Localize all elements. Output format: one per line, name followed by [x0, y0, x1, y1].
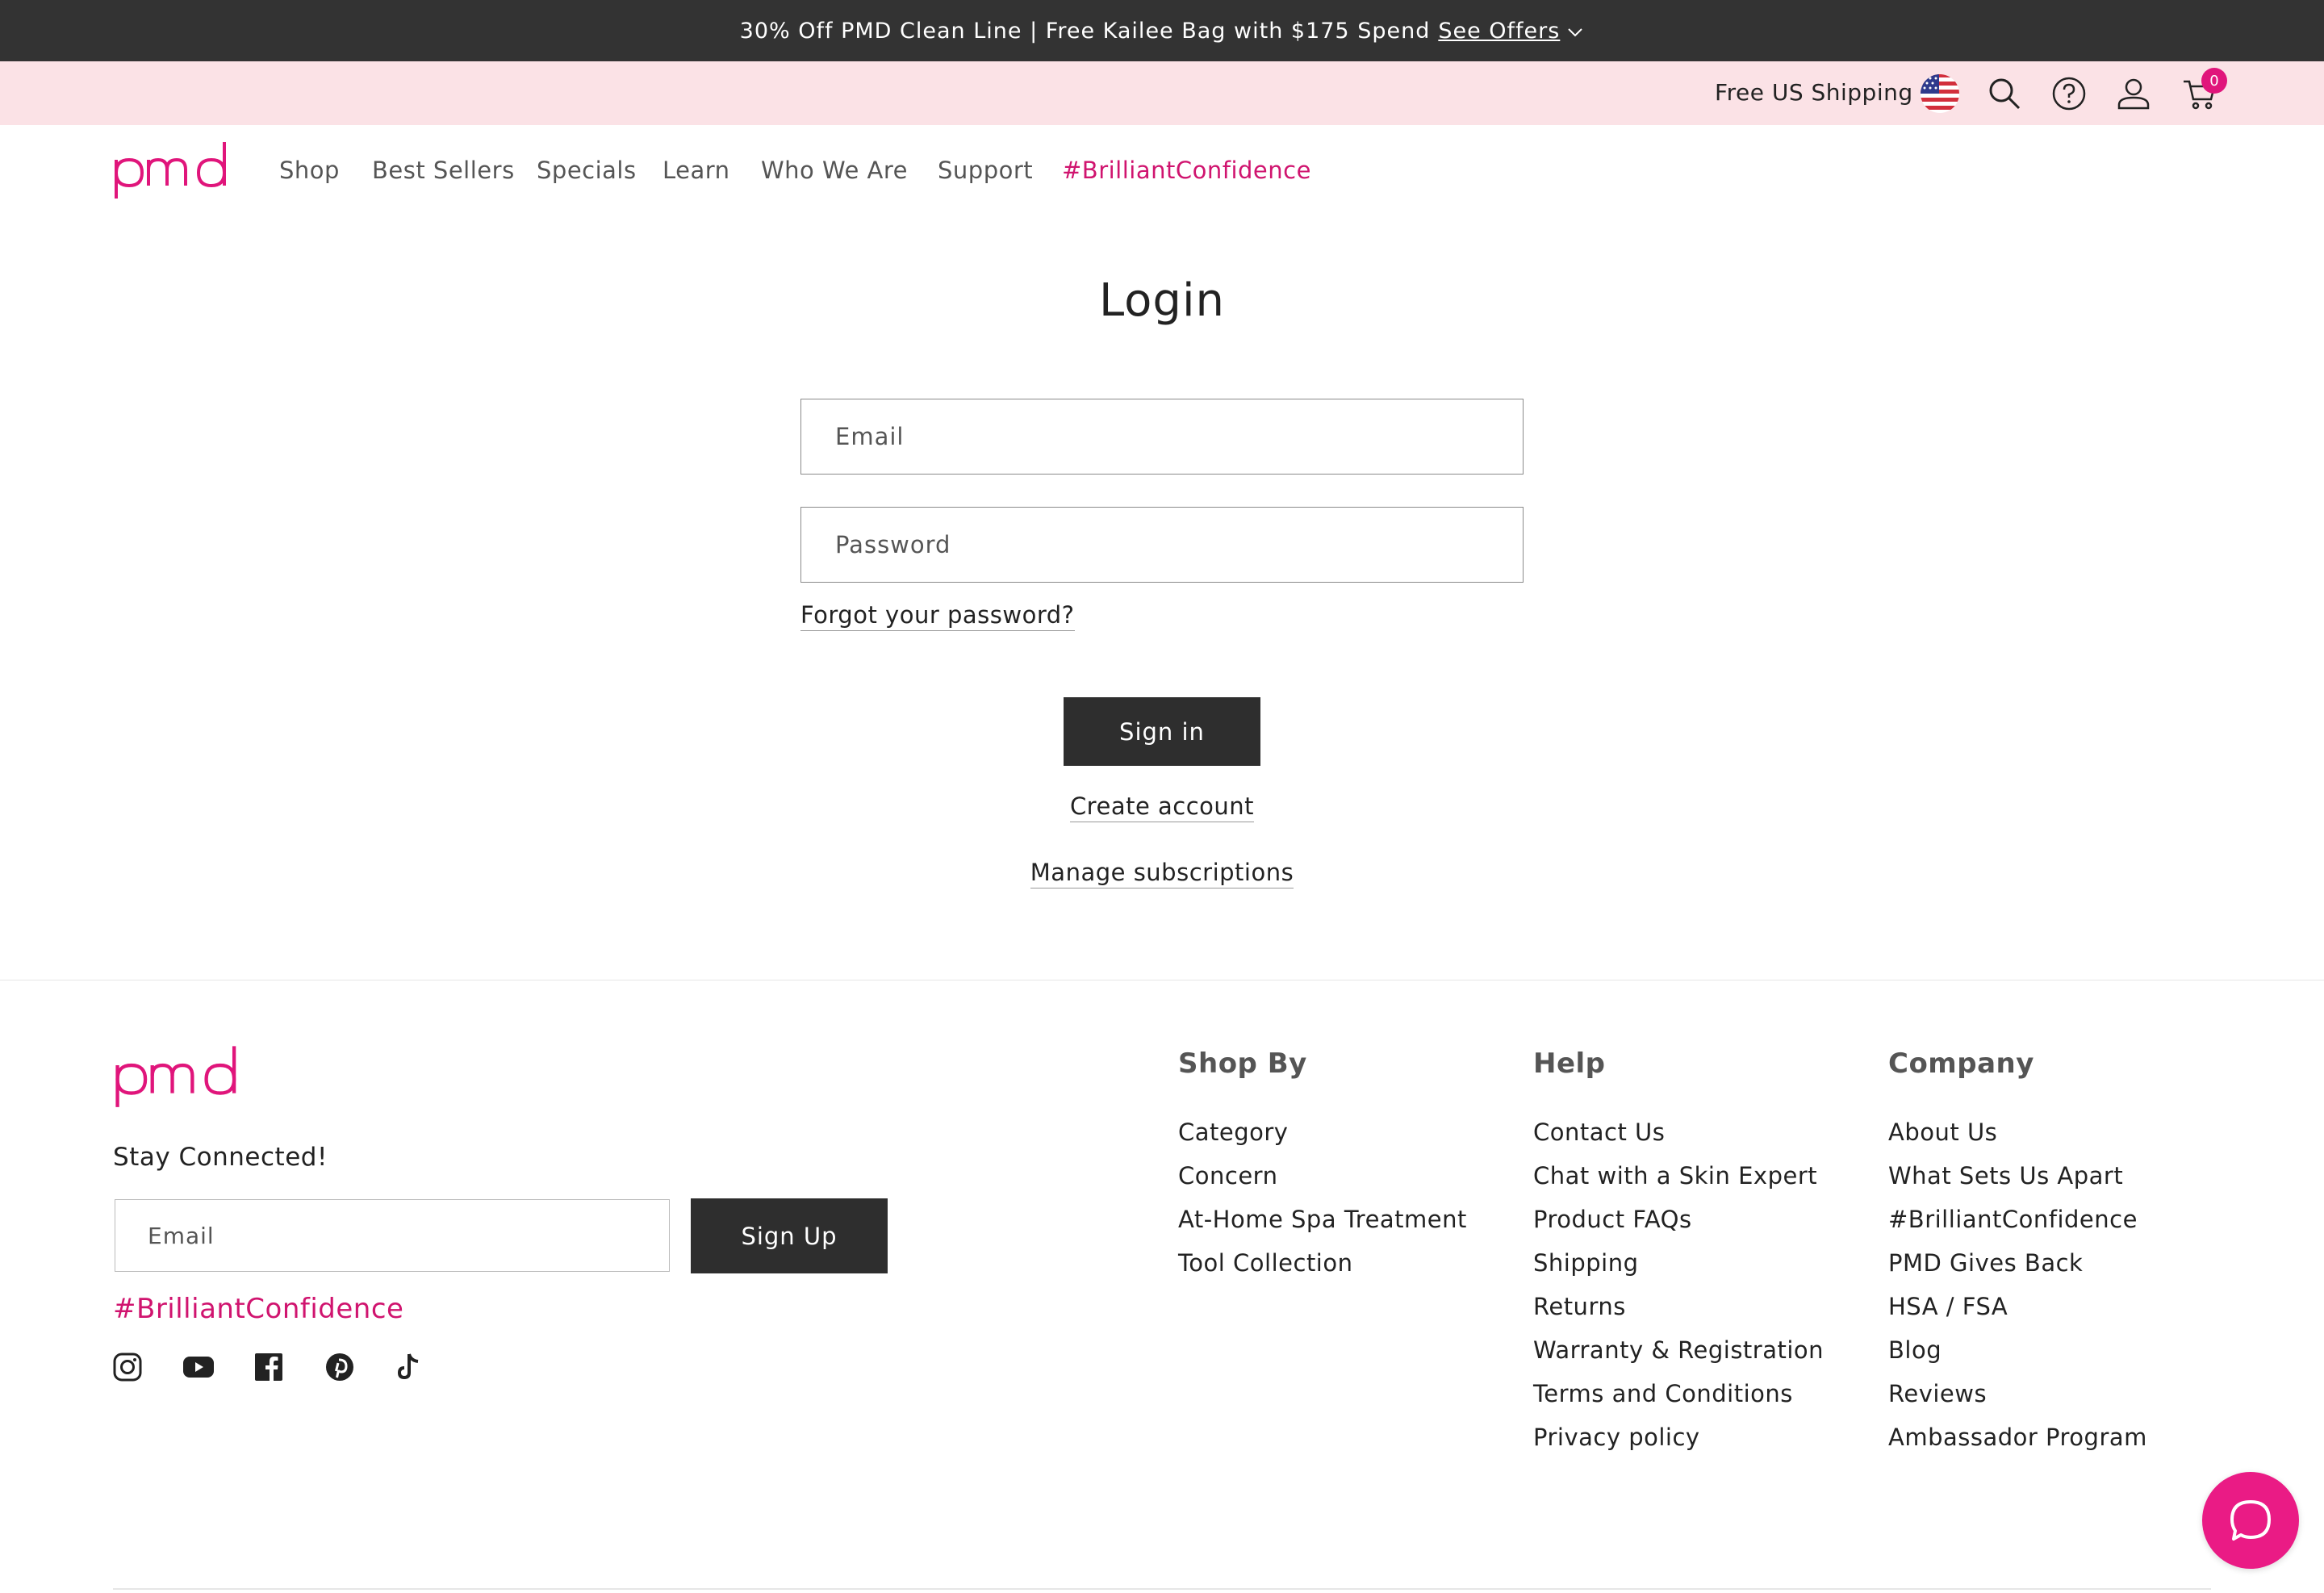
- footer-link[interactable]: Warranty & Registration: [1533, 1336, 1824, 1364]
- footer-link[interactable]: #BrilliantConfidence: [1888, 1206, 2138, 1233]
- youtube-icon[interactable]: [181, 1349, 216, 1385]
- newsletter-email-field[interactable]: [115, 1199, 670, 1272]
- footer-link[interactable]: Returns: [1533, 1293, 1626, 1320]
- stay-connected-heading: Stay Connected!: [113, 1143, 328, 1172]
- footer-link[interactable]: At-Home Spa Treatment: [1178, 1206, 1467, 1233]
- nav-learn[interactable]: Learn: [663, 157, 730, 184]
- footer-col-help-heading: Help: [1533, 1047, 1606, 1080]
- see-offers-link[interactable]: See Offers: [1438, 19, 1560, 44]
- footer-link[interactable]: Terms and Conditions: [1533, 1380, 1793, 1407]
- search-icon[interactable]: [1983, 73, 2025, 115]
- footer-link[interactable]: Ambassador Program: [1888, 1424, 2147, 1451]
- footer-link[interactable]: PMD Gives Back: [1888, 1249, 2083, 1277]
- footer-link[interactable]: Contact Us: [1533, 1118, 1665, 1146]
- footer-col-shop-by-heading: Shop By: [1178, 1047, 1307, 1080]
- password-field[interactable]: [800, 507, 1524, 583]
- footer-link[interactable]: About Us: [1888, 1118, 1997, 1146]
- nav-brilliant-confidence[interactable]: #BrilliantConfidence: [1062, 157, 1311, 184]
- footer-bottom-divider: [113, 1588, 2211, 1590]
- manage-subscriptions-row: Manage subscriptions: [0, 859, 2324, 888]
- cart-count-badge: 0: [2201, 68, 2227, 94]
- footer-hashtag-link[interactable]: #BrilliantConfidence: [113, 1293, 403, 1325]
- chevron-down-icon[interactable]: [1566, 22, 1584, 40]
- footer-pmd-logo-icon: [115, 1046, 236, 1107]
- pmd-logo[interactable]: [113, 139, 231, 203]
- facebook-icon[interactable]: [251, 1349, 286, 1385]
- footer-link[interactable]: Blog: [1888, 1336, 1942, 1364]
- chat-bubble-icon: [2230, 1500, 2271, 1541]
- announcement-text: 30% Off PMD Clean Line | Free Kailee Bag…: [739, 18, 1431, 44]
- free-shipping-text: Free US Shipping: [1715, 79, 1913, 106]
- footer-col-help: Contact Us Chat with a Skin Expert Produ…: [1533, 1118, 1824, 1467]
- footer-link[interactable]: Tool Collection: [1178, 1249, 1353, 1277]
- tiktok-icon[interactable]: [391, 1349, 427, 1385]
- footer-col-shop-by: Category Concern At-Home Spa Treatment T…: [1178, 1118, 1467, 1293]
- footer-col-company-heading: Company: [1888, 1047, 2034, 1080]
- footer-col-company: About Us What Sets Us Apart #BrilliantCo…: [1888, 1118, 2147, 1467]
- manage-subscriptions-link[interactable]: Manage subscriptions: [1030, 859, 1294, 888]
- account-icon[interactable]: [2113, 73, 2155, 115]
- footer-link[interactable]: What Sets Us Apart: [1888, 1162, 2123, 1190]
- create-account-row: Create account: [0, 792, 2324, 822]
- footer-link[interactable]: Privacy policy: [1533, 1424, 1700, 1451]
- sign-up-button[interactable]: Sign Up: [691, 1198, 888, 1273]
- announcement-bar: 30% Off PMD Clean Line | Free Kailee Bag…: [0, 0, 2324, 61]
- footer-link[interactable]: Category: [1178, 1118, 1288, 1146]
- pmd-logo-icon: [115, 142, 226, 199]
- nav-shop[interactable]: Shop: [279, 157, 340, 184]
- help-icon[interactable]: [2048, 73, 2090, 115]
- us-flag-icon[interactable]: [1919, 73, 1961, 115]
- nav-best-sellers[interactable]: Best Sellers: [372, 157, 515, 184]
- nav-support[interactable]: Support: [938, 157, 1033, 184]
- page-title: Login: [1098, 274, 1226, 327]
- footer-pmd-logo[interactable]: [113, 1043, 242, 1112]
- utility-bar: Free US Shipping: [0, 61, 2324, 125]
- sign-in-button[interactable]: Sign in: [1064, 697, 1260, 766]
- footer-link[interactable]: HSA / FSA: [1888, 1293, 2008, 1320]
- email-field[interactable]: [800, 399, 1524, 475]
- forgot-password-link[interactable]: Forgot your password?: [800, 601, 1075, 631]
- chat-launcher-button[interactable]: [2202, 1472, 2299, 1569]
- instagram-icon[interactable]: [110, 1349, 145, 1385]
- footer-link[interactable]: Reviews: [1888, 1380, 1987, 1407]
- footer-link[interactable]: Product FAQs: [1533, 1206, 1692, 1233]
- create-account-link[interactable]: Create account: [1069, 792, 1255, 822]
- nav-who-we-are[interactable]: Who We Are: [761, 157, 908, 184]
- pinterest-icon[interactable]: [322, 1349, 357, 1385]
- footer-link[interactable]: Shipping: [1533, 1249, 1639, 1277]
- footer-link[interactable]: Chat with a Skin Expert: [1533, 1162, 1817, 1190]
- footer-link[interactable]: Concern: [1178, 1162, 1277, 1190]
- nav-specials[interactable]: Specials: [537, 157, 637, 184]
